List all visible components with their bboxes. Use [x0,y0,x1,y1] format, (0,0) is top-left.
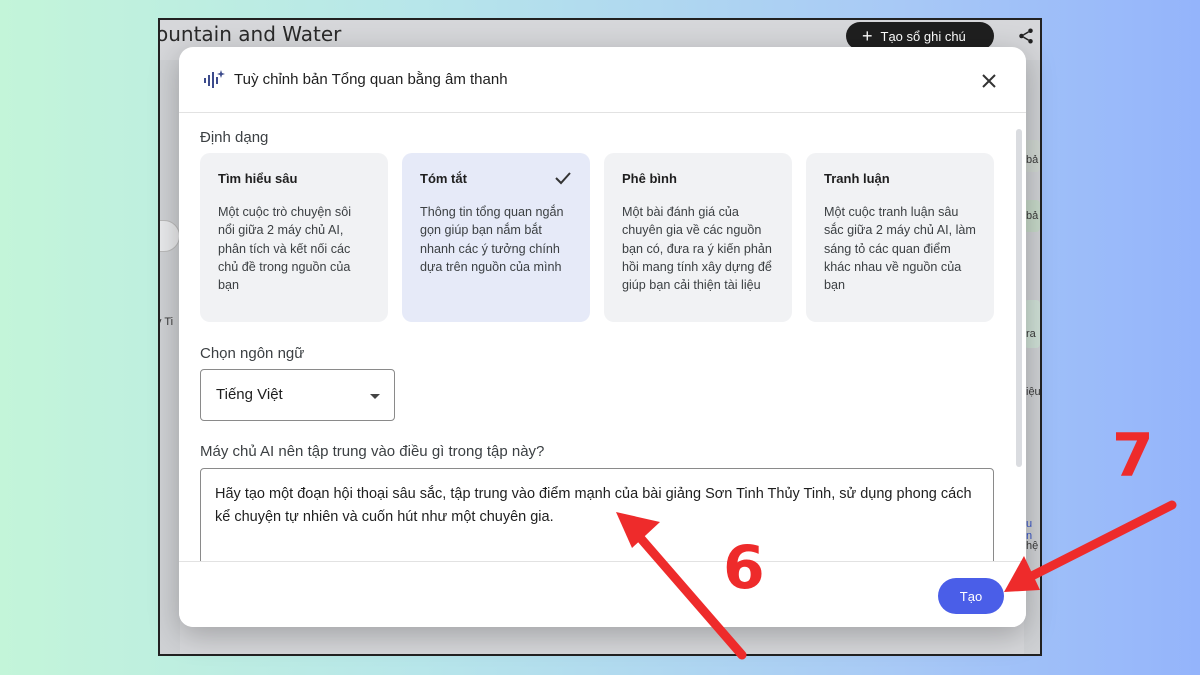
background-studio-card [1024,300,1040,348]
format-card-title: Tranh luận [824,171,890,186]
format-card-description: Một cuộc trò chuyện sôi nổi giữa 2 máy c… [218,205,351,293]
step-number-6: 6 [723,533,765,603]
plus-icon: + [862,26,873,46]
format-section-label: Định dạng [200,129,269,146]
background-text-fragment: ra [1026,328,1036,340]
background-text-fragment: bả [1026,210,1039,222]
focus-prompt-text: Hãy tạo một đoạn hội thoại sâu sắc, tập … [215,486,972,525]
format-card-description: Một cuộc tranh luận sâu sắc giữa 2 máy c… [824,205,976,293]
create-button[interactable]: Tạo [938,578,1004,614]
format-card-description: Một bài đánh giá của chuyên gia về các n… [622,205,772,293]
language-select-value: Tiếng Việt [216,386,283,403]
new-notebook-button[interactable]: + Tạo sổ ghi chú [846,22,994,50]
format-card-title: Tóm tắt [420,171,467,186]
language-select[interactable]: Tiếng Việt [200,369,395,421]
dialog-footer: Tạo [179,561,1026,627]
sources-panel-edge [160,60,180,654]
background-text-fragment: iệu [1026,386,1041,398]
check-icon [554,169,572,187]
dialog-header: Tuỳ chỉnh bản Tổng quan bằng âm thanh [179,47,1026,113]
background-text-fragment: bả [1026,154,1039,166]
share-icon[interactable] [1014,24,1038,48]
background-text-fragment: y Ti [160,316,174,328]
format-card-critique[interactable]: Phê bình Một bài đánh giá của chuyên gia… [604,153,792,322]
audio-overview-dialog: Tuỳ chỉnh bản Tổng quan bằng âm thanh Đị… [179,47,1026,627]
focus-section-label: Máy chủ AI nên tập trung vào điều gì tro… [200,443,545,460]
background-text-fragment: hệ [1026,540,1039,552]
step-number-7: 7 [1112,421,1154,491]
format-card-summary[interactable]: Tóm tắt Thông tin tổng quan ngắn gọn giú… [402,153,590,322]
caret-down-icon [370,394,380,399]
format-card-debate[interactable]: Tranh luận Một cuộc tranh luận sâu sắc g… [806,153,994,322]
format-card-deep-dive[interactable]: Tìm hiểu sâu Một cuộc trò chuyện sôi nổi… [200,153,388,322]
format-card-title: Tìm hiểu sâu [218,171,298,186]
audio-sparkle-icon [203,69,225,91]
close-icon[interactable] [975,67,1003,95]
language-section-label: Chọn ngôn ngữ [200,345,305,362]
background-text-fragment: u n [1026,518,1033,542]
new-notebook-label: Tạo sổ ghi chú [880,28,966,44]
dialog-scrollbar[interactable] [1016,129,1022,467]
format-card-description: Thông tin tổng quan ngắn gọn giúp bạn nắ… [420,205,564,274]
format-card-title: Phê bình [622,171,677,186]
dialog-title: Tuỳ chỉnh bản Tổng quan bằng âm thanh [234,71,508,88]
notebook-title: ountain and Water [158,22,342,46]
